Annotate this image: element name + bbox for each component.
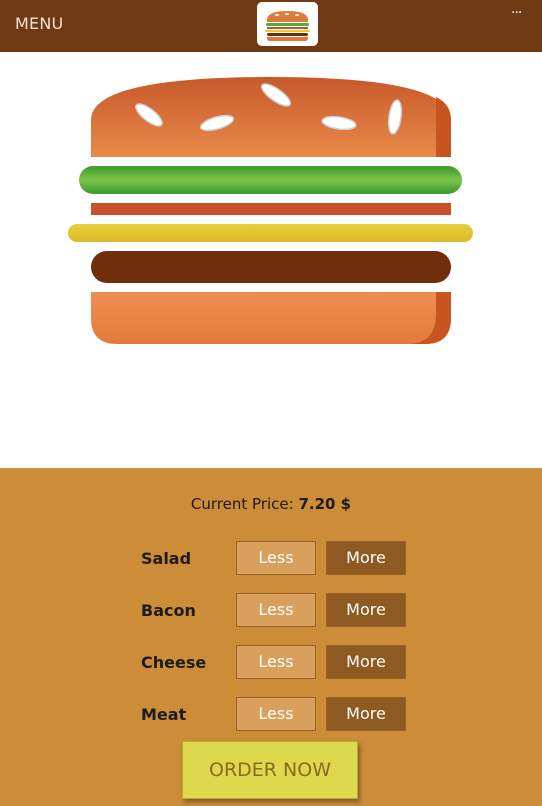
bottom-bun	[91, 292, 451, 344]
meat-layer	[91, 251, 451, 283]
meat-more-button[interactable]: More	[326, 697, 406, 731]
ingredient-row-bacon: Bacon Less More	[0, 593, 542, 627]
app-header: MENU ...	[0, 0, 542, 52]
salad-less-button[interactable]: Less	[236, 541, 316, 575]
menu-button[interactable]: MENU	[15, 14, 63, 33]
ingredient-row-cheese: Cheese Less More	[0, 645, 542, 679]
more-options-button[interactable]: ...	[511, 2, 522, 16]
ingredient-label: Meat	[141, 705, 187, 724]
ingredient-label: Bacon	[141, 601, 196, 620]
order-now-button[interactable]: ORDER NOW	[182, 741, 358, 799]
ingredient-row-meat: Meat Less More	[0, 697, 542, 731]
burger-preview	[0, 52, 542, 468]
ingredient-label: Salad	[141, 549, 192, 568]
bacon-more-button[interactable]: More	[326, 593, 406, 627]
top-bun	[91, 77, 451, 157]
cheese-more-button[interactable]: More	[326, 645, 406, 679]
salad-layer	[79, 166, 462, 194]
price-value: 7.20 $	[298, 495, 352, 513]
burger-logo-icon	[257, 2, 318, 46]
meat-less-button[interactable]: Less	[236, 697, 316, 731]
cheese-layer	[68, 224, 473, 242]
ingredient-label: Cheese	[141, 653, 207, 672]
cheese-less-button[interactable]: Less	[236, 645, 316, 679]
ingredient-controls: Current Price: 7.20 $ Salad Less More Ba…	[0, 468, 542, 806]
bacon-layer	[91, 203, 451, 215]
bacon-less-button[interactable]: Less	[236, 593, 316, 627]
ingredient-row-salad: Salad Less More	[0, 541, 542, 575]
salad-more-button[interactable]: More	[326, 541, 406, 575]
current-price: Current Price: 7.20 $	[0, 495, 542, 513]
price-label: Current Price:	[190, 495, 294, 513]
